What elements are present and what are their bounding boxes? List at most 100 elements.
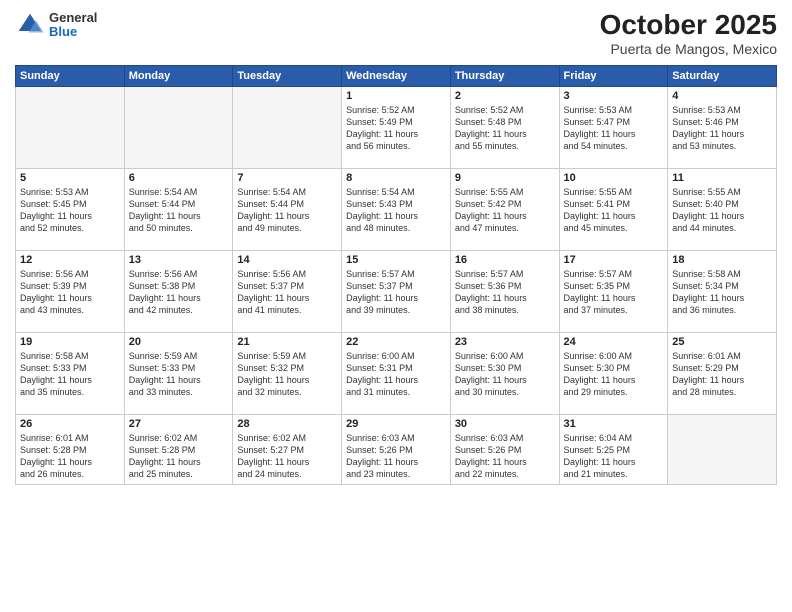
day-info: Sunrise: 5:53 AM Sunset: 5:45 PM Dayligh…	[20, 186, 120, 235]
day-info: Sunrise: 6:02 AM Sunset: 5:28 PM Dayligh…	[129, 432, 229, 481]
title-block: October 2025 Puerta de Mangos, Mexico	[600, 10, 777, 57]
day-info: Sunrise: 6:03 AM Sunset: 5:26 PM Dayligh…	[346, 432, 446, 481]
day-number: 6	[129, 172, 229, 184]
calendar-cell: 12Sunrise: 5:56 AM Sunset: 5:39 PM Dayli…	[16, 250, 125, 332]
day-number: 7	[237, 172, 337, 184]
day-info: Sunrise: 5:55 AM Sunset: 5:42 PM Dayligh…	[455, 186, 555, 235]
day-info: Sunrise: 6:01 AM Sunset: 5:29 PM Dayligh…	[672, 350, 772, 399]
day-info: Sunrise: 5:58 AM Sunset: 5:33 PM Dayligh…	[20, 350, 120, 399]
logo-text: General Blue	[49, 11, 97, 40]
day-number: 13	[129, 254, 229, 266]
day-info: Sunrise: 5:54 AM Sunset: 5:44 PM Dayligh…	[237, 186, 337, 235]
calendar-cell: 14 Sunrise: 5:56 AM Sunset: 5:37 PM Dayli…	[233, 250, 342, 332]
calendar: SundayMondayTuesdayWednesdayThursdayFrid…	[15, 65, 777, 485]
calendar-cell: 2 Sunrise: 5:52 AM Sunset: 5:48 PM Daylig…	[450, 86, 559, 168]
day-number: 23	[455, 336, 555, 348]
day-info: Sunrise: 6:04 AM Sunset: 5:25 PM Dayligh…	[564, 432, 664, 481]
day-info: Sunrise: 5:57 AM Sunset: 5:36 PM Dayligh…	[455, 268, 555, 317]
day-number: 20	[129, 336, 229, 348]
calendar-cell: 22Sunrise: 6:00 AM Sunset: 5:31 PM Dayli…	[342, 332, 451, 414]
day-info: Sunrise: 5:52 AM Sunset: 5:49 PM Dayligh…	[346, 104, 446, 153]
day-info: Sunrise: 6:01 AM Sunset: 5:28 PM Dayligh…	[20, 432, 120, 481]
day-info: Sunrise: 6:00 AM Sunset: 5:30 PM Dayligh…	[455, 350, 555, 399]
day-info: Sunrise: 6:00 AM Sunset: 5:30 PM Dayligh…	[564, 350, 664, 399]
day-info: Sunrise: 5:59 AM Sunset: 5:32 PM Dayligh…	[237, 350, 337, 399]
calendar-cell: 16Sunrise: 5:57 AM Sunset: 5:36 PM Dayli…	[450, 250, 559, 332]
day-number: 28	[237, 418, 337, 430]
day-number: 21	[237, 336, 337, 348]
day-info: Sunrise: 5:53 AM Sunset: 5:47 PM Dayligh…	[564, 104, 664, 153]
calendar-cell: 24 Sunrise: 6:00 AM Sunset: 5:30 PM Dayli…	[559, 332, 668, 414]
weekday-header-tuesday: Tuesday	[233, 65, 342, 86]
day-number: 5	[20, 172, 120, 184]
day-number: 18	[672, 254, 772, 266]
weekday-header-saturday: Saturday	[668, 65, 777, 86]
day-number: 9	[455, 172, 555, 184]
day-info: Sunrise: 5:56 AM Sunset: 5:37 PM Dayligh…	[237, 268, 337, 317]
page: General Blue October 2025 Puerta de Mang…	[0, 0, 792, 612]
day-info: Sunrise: 6:03 AM Sunset: 5:26 PM Dayligh…	[455, 432, 555, 481]
day-number: 25	[672, 336, 772, 348]
calendar-cell: 21 Sunrise: 5:59 AM Sunset: 5:32 PM Dayli…	[233, 332, 342, 414]
day-info: Sunrise: 5:57 AM Sunset: 5:37 PM Dayligh…	[346, 268, 446, 317]
calendar-cell: 9 Sunrise: 5:55 AM Sunset: 5:42 PM Daylig…	[450, 168, 559, 250]
calendar-cell: 13Sunrise: 5:56 AM Sunset: 5:38 PM Dayli…	[124, 250, 233, 332]
calendar-cell: 29 Sunrise: 6:03 AM Sunset: 5:26 PM Dayli…	[342, 414, 451, 484]
day-info: Sunrise: 5:54 AM Sunset: 5:44 PM Dayligh…	[129, 186, 229, 235]
weekday-header-sunday: Sunday	[16, 65, 125, 86]
weekday-header-row: SundayMondayTuesdayWednesdayThursdayFrid…	[16, 65, 777, 86]
logo: General Blue	[15, 10, 97, 40]
week-row-3: 12Sunrise: 5:56 AM Sunset: 5:39 PM Dayli…	[16, 250, 777, 332]
day-number: 14	[237, 254, 337, 266]
day-info: Sunrise: 5:57 AM Sunset: 5:35 PM Dayligh…	[564, 268, 664, 317]
calendar-cell: 8 Sunrise: 5:54 AM Sunset: 5:43 PM Daylig…	[342, 168, 451, 250]
logo-blue: Blue	[49, 25, 97, 39]
calendar-cell: 6 Sunrise: 5:54 AM Sunset: 5:44 PM Daylig…	[124, 168, 233, 250]
calendar-cell: 3 Sunrise: 5:53 AM Sunset: 5:47 PM Daylig…	[559, 86, 668, 168]
day-number: 24	[564, 336, 664, 348]
calendar-cell	[668, 414, 777, 484]
day-number: 31	[564, 418, 664, 430]
day-info: Sunrise: 5:59 AM Sunset: 5:33 PM Dayligh…	[129, 350, 229, 399]
day-number: 15	[346, 254, 446, 266]
calendar-cell: 23 Sunrise: 6:00 AM Sunset: 5:30 PM Dayli…	[450, 332, 559, 414]
weekday-header-monday: Monday	[124, 65, 233, 86]
logo-icon	[15, 10, 45, 40]
calendar-cell: 26 Sunrise: 6:01 AM Sunset: 5:28 PM Dayli…	[16, 414, 125, 484]
day-info: Sunrise: 6:00 AM Sunset: 5:31 PM Dayligh…	[346, 350, 446, 399]
day-number: 3	[564, 90, 664, 102]
day-number: 2	[455, 90, 555, 102]
weekday-header-wednesday: Wednesday	[342, 65, 451, 86]
calendar-cell: 27 Sunrise: 6:02 AM Sunset: 5:28 PM Dayli…	[124, 414, 233, 484]
week-row-4: 19Sunrise: 5:58 AM Sunset: 5:33 PM Dayli…	[16, 332, 777, 414]
day-number: 29	[346, 418, 446, 430]
day-number: 27	[129, 418, 229, 430]
day-info: Sunrise: 6:02 AM Sunset: 5:27 PM Dayligh…	[237, 432, 337, 481]
day-number: 17	[564, 254, 664, 266]
calendar-cell: 18 Sunrise: 5:58 AM Sunset: 5:34 PM Dayli…	[668, 250, 777, 332]
weekday-header-friday: Friday	[559, 65, 668, 86]
week-row-5: 26 Sunrise: 6:01 AM Sunset: 5:28 PM Dayli…	[16, 414, 777, 484]
day-info: Sunrise: 5:55 AM Sunset: 5:41 PM Dayligh…	[564, 186, 664, 235]
calendar-cell: 30 Sunrise: 6:03 AM Sunset: 5:26 PM Dayli…	[450, 414, 559, 484]
calendar-cell: 25 Sunrise: 6:01 AM Sunset: 5:29 PM Dayli…	[668, 332, 777, 414]
day-number: 10	[564, 172, 664, 184]
day-number: 1	[346, 90, 446, 102]
day-number: 12	[20, 254, 120, 266]
calendar-cell: 31 Sunrise: 6:04 AM Sunset: 5:25 PM Dayli…	[559, 414, 668, 484]
month-title: October 2025	[600, 10, 777, 41]
header: General Blue October 2025 Puerta de Mang…	[15, 10, 777, 57]
calendar-cell: 28 Sunrise: 6:02 AM Sunset: 5:27 PM Dayli…	[233, 414, 342, 484]
calendar-cell: 20 Sunrise: 5:59 AM Sunset: 5:33 PM Dayli…	[124, 332, 233, 414]
day-number: 26	[20, 418, 120, 430]
day-number: 8	[346, 172, 446, 184]
day-number: 11	[672, 172, 772, 184]
calendar-cell: 1 Sunrise: 5:52 AM Sunset: 5:49 PM Daylig…	[342, 86, 451, 168]
day-info: Sunrise: 5:52 AM Sunset: 5:48 PM Dayligh…	[455, 104, 555, 153]
day-number: 30	[455, 418, 555, 430]
location-title: Puerta de Mangos, Mexico	[600, 41, 777, 57]
calendar-cell: 10 Sunrise: 5:55 AM Sunset: 5:41 PM Dayli…	[559, 168, 668, 250]
day-info: Sunrise: 5:58 AM Sunset: 5:34 PM Dayligh…	[672, 268, 772, 317]
logo-general: General	[49, 11, 97, 25]
day-info: Sunrise: 5:54 AM Sunset: 5:43 PM Dayligh…	[346, 186, 446, 235]
